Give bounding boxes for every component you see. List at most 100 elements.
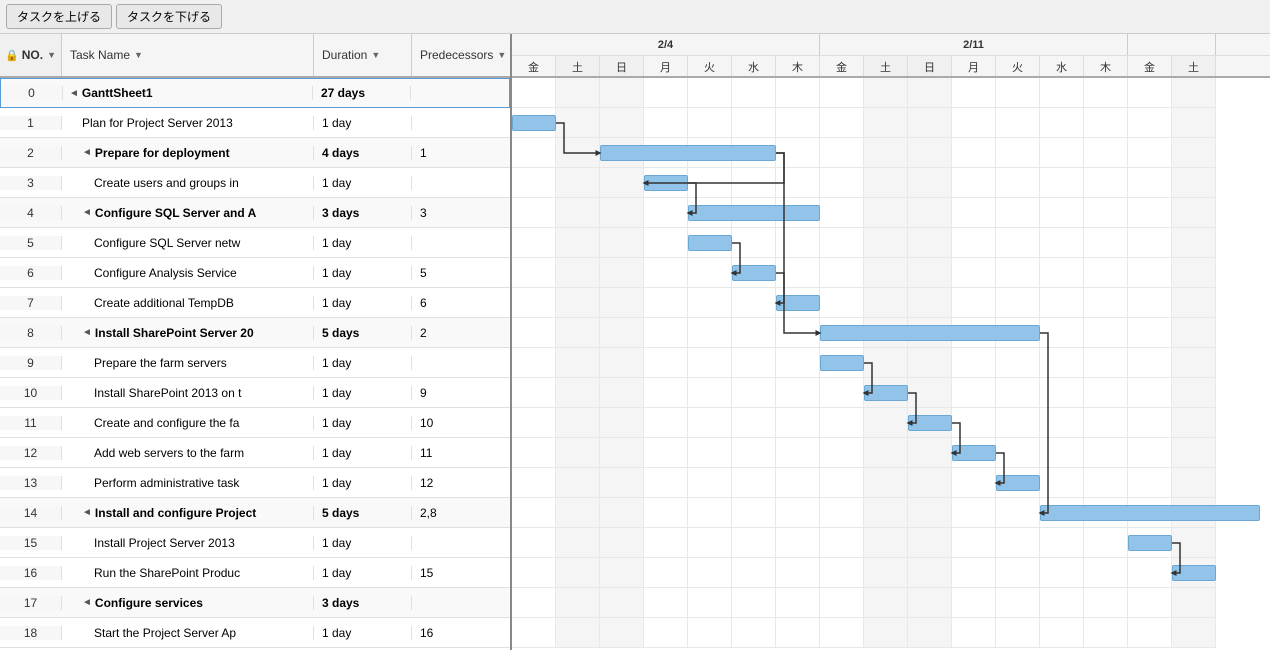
gantt-bar[interactable]	[688, 235, 732, 251]
cell-predecessor: 5	[412, 266, 510, 280]
table-row[interactable]: 0◄GanttSheet127 days	[0, 78, 510, 108]
gantt-row	[512, 588, 1216, 618]
gantt-bar[interactable]	[820, 325, 1040, 341]
gantt-bar[interactable]	[1172, 565, 1216, 581]
predecessors-header-label: Predecessors	[420, 48, 493, 62]
cell-predecessor: 6	[412, 296, 510, 310]
day-label: 水	[732, 56, 776, 78]
cell-predecessor: 16	[412, 626, 510, 640]
gantt-bar[interactable]	[600, 145, 776, 161]
gantt-row	[512, 228, 1216, 258]
collapse-icon[interactable]: ◄	[82, 597, 92, 608]
gantt-bar[interactable]	[644, 175, 688, 191]
collapse-icon[interactable]: ◄	[82, 507, 92, 518]
table-row[interactable]: 10Install SharePoint 2013 on t1 day9	[0, 378, 510, 408]
cell-task-name: Configure Analysis Service	[62, 266, 314, 280]
cell-duration: 1 day	[314, 236, 412, 250]
duration-filter-icon[interactable]: ▼	[371, 50, 380, 60]
table-row[interactable]: 16Run the SharePoint Produc1 day15	[0, 558, 510, 588]
col-header-predecessors: Predecessors ▼	[412, 34, 510, 76]
cell-task-name: Create and configure the fa	[62, 416, 314, 430]
cell-task-name: ◄Install and configure Project	[62, 506, 314, 520]
gantt-header: 2/42/11金土日月火水木金土日月火水木金土	[512, 34, 1270, 78]
day-label: 日	[600, 56, 644, 78]
table-row[interactable]: 12Add web servers to the farm1 day11	[0, 438, 510, 468]
cell-task-name: Configure SQL Server netw	[62, 236, 314, 250]
col-header-duration: Duration ▼	[314, 34, 412, 76]
week-label-1: 2/4	[512, 34, 820, 55]
task-filter-icon[interactable]: ▼	[134, 50, 143, 60]
gantt-bar[interactable]	[1040, 505, 1260, 521]
cell-task-name: Install Project Server 2013	[62, 536, 314, 550]
day-label: 土	[556, 56, 600, 78]
gantt-bar[interactable]	[688, 205, 820, 221]
table-row[interactable]: 8◄Install SharePoint Server 205 days2	[0, 318, 510, 348]
no-header-label: NO.	[22, 48, 43, 62]
cell-task-name: Start the Project Server Ap	[62, 626, 314, 640]
table-row[interactable]: 1Plan for Project Server 20131 day	[0, 108, 510, 138]
grid-body: 0◄GanttSheet127 days1Plan for Project Se…	[0, 78, 510, 650]
cell-no: 12	[0, 446, 62, 460]
cell-duration: 1 day	[314, 536, 412, 550]
week-label-3	[1128, 34, 1216, 55]
cell-task-name: Plan for Project Server 2013	[62, 116, 314, 130]
table-row[interactable]: 18Start the Project Server Ap1 day16	[0, 618, 510, 648]
table-row[interactable]: 13Perform administrative task1 day12	[0, 468, 510, 498]
gantt-rows-container	[512, 78, 1270, 648]
cell-duration: 3 days	[314, 206, 412, 220]
cell-duration: 5 days	[314, 506, 412, 520]
table-row[interactable]: 14◄Install and configure Project5 days2,…	[0, 498, 510, 528]
gantt-row	[512, 468, 1216, 498]
cell-no: 5	[0, 236, 62, 250]
gantt-bar[interactable]	[952, 445, 996, 461]
cell-task-name: ◄Configure services	[62, 596, 314, 610]
table-row[interactable]: 3Create users and groups in1 day	[0, 168, 510, 198]
gantt-bar[interactable]	[512, 115, 556, 131]
gantt-bar[interactable]	[776, 295, 820, 311]
table-row[interactable]: 2◄Prepare for deployment4 days1	[0, 138, 510, 168]
table-row[interactable]: 6Configure Analysis Service1 day5	[0, 258, 510, 288]
cell-duration: 1 day	[314, 266, 412, 280]
cell-duration: 1 day	[314, 356, 412, 370]
table-row[interactable]: 5Configure SQL Server netw1 day	[0, 228, 510, 258]
gantt-row	[512, 408, 1216, 438]
collapse-icon[interactable]: ◄	[82, 327, 92, 338]
cell-task-name: ◄Configure SQL Server and A	[62, 206, 314, 220]
cell-predecessor: 10	[412, 416, 510, 430]
collapse-icon[interactable]: ◄	[82, 207, 92, 218]
col-header-no: 🔒 NO. ▼	[0, 34, 62, 76]
task-down-button[interactable]: タスクを下げる	[116, 4, 222, 29]
no-filter-icon[interactable]: ▼	[47, 50, 56, 60]
gantt-row	[512, 378, 1216, 408]
cell-no: 11	[0, 416, 62, 430]
gantt-bar[interactable]	[908, 415, 952, 431]
week-label-2: 2/11	[820, 34, 1128, 55]
cell-duration: 3 days	[314, 596, 412, 610]
cell-duration: 27 days	[313, 86, 411, 100]
task-header-label: Task Name	[70, 48, 130, 62]
table-row[interactable]: 17◄Configure services3 days	[0, 588, 510, 618]
pred-filter-icon[interactable]: ▼	[497, 50, 506, 60]
collapse-icon[interactable]: ◄	[82, 147, 92, 158]
collapse-icon[interactable]: ◄	[69, 88, 79, 99]
table-row[interactable]: 7Create additional TempDB1 day6	[0, 288, 510, 318]
day-label: 土	[864, 56, 908, 78]
gantt-bar[interactable]	[732, 265, 776, 281]
table-row[interactable]: 11Create and configure the fa1 day10	[0, 408, 510, 438]
cell-duration: 1 day	[314, 116, 412, 130]
cell-no: 7	[0, 296, 62, 310]
table-row[interactable]: 4◄Configure SQL Server and A3 days3	[0, 198, 510, 228]
gantt-bar[interactable]	[1128, 535, 1172, 551]
table-row[interactable]: 15Install Project Server 20131 day	[0, 528, 510, 558]
cell-task-name: Run the SharePoint Produc	[62, 566, 314, 580]
cell-no: 16	[0, 566, 62, 580]
cell-no: 6	[0, 266, 62, 280]
gantt-bar[interactable]	[864, 385, 908, 401]
gantt-bar[interactable]	[996, 475, 1040, 491]
day-label: 火	[996, 56, 1040, 78]
table-row[interactable]: 9Prepare the farm servers1 day	[0, 348, 510, 378]
task-up-button[interactable]: タスクを上げる	[6, 4, 112, 29]
gantt-bar[interactable]	[820, 355, 864, 371]
gantt-row	[512, 78, 1216, 108]
cell-duration: 5 days	[314, 326, 412, 340]
